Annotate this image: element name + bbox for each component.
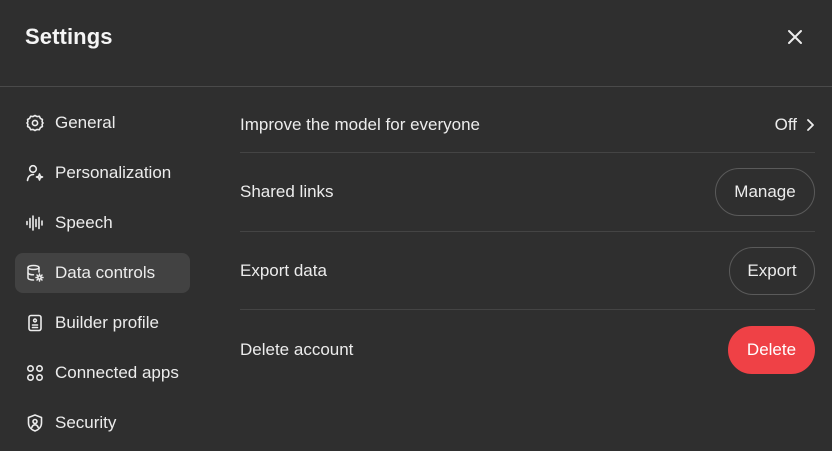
export-button[interactable]: Export <box>729 246 815 295</box>
sidebar-item-label: Data controls <box>55 263 156 282</box>
chevron-right-icon <box>807 119 814 131</box>
waveform-icon <box>25 213 45 233</box>
sidebar-item-security[interactable]: Security <box>15 403 190 443</box>
user-sparkle-icon <box>25 163 45 183</box>
settings-sidebar: General Personalization Speech Data cont… <box>15 103 190 451</box>
row-value: Off <box>774 115 797 134</box>
id-card-icon <box>25 313 45 333</box>
shield-user-icon <box>25 413 45 433</box>
close-icon <box>788 30 802 44</box>
sidebar-item-label: Security <box>55 413 117 432</box>
settings-header: Settings <box>0 0 832 87</box>
sidebar-item-general[interactable]: General <box>15 103 190 143</box>
sidebar-item-data-controls[interactable]: Data controls <box>15 253 190 293</box>
sidebar-item-label: Personalization <box>55 163 172 182</box>
database-gear-icon <box>25 263 45 283</box>
improve-model-toggle-link[interactable]: Off <box>775 115 815 135</box>
close-button[interactable] <box>783 25 807 49</box>
sidebar-item-label: Connected apps <box>55 363 179 382</box>
settings-row-shared-links: Shared links Manage <box>240 153 815 232</box>
row-label: Shared links <box>240 182 334 201</box>
sidebar-item-speech[interactable]: Speech <box>15 203 190 243</box>
sidebar-item-connected-apps[interactable]: Connected apps <box>15 353 190 393</box>
gear-icon <box>25 113 45 133</box>
apps-grid-icon <box>25 363 45 383</box>
settings-row-export-data: Export data Export <box>240 232 815 310</box>
sidebar-item-label: Builder profile <box>55 313 159 332</box>
delete-button[interactable]: Delete <box>728 325 815 374</box>
sidebar-item-personalization[interactable]: Personalization <box>15 153 190 193</box>
row-label: Export data <box>240 260 327 280</box>
settings-row-delete-account: Delete account Delete <box>240 310 815 389</box>
page-title: Settings <box>25 24 113 49</box>
settings-row-improve-model: Improve the model for everyone Off <box>240 98 815 153</box>
data-controls-panel: Improve the model for everyone Off Share… <box>240 98 815 389</box>
sidebar-item-label: Speech <box>55 213 113 232</box>
sidebar-item-builder-profile[interactable]: Builder profile <box>15 303 190 343</box>
row-label: Delete account <box>240 339 354 359</box>
manage-button[interactable]: Manage <box>715 168 815 216</box>
row-label: Improve the model for everyone <box>240 115 481 134</box>
sidebar-item-label: General <box>55 113 116 132</box>
